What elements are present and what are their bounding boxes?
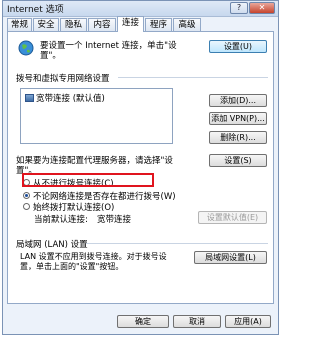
lan-description-line2: 置，单击上面的"设置"按钮。 <box>20 262 124 271</box>
cancel-button[interactable]: 取消 <box>173 315 221 328</box>
tab-connections[interactable]: 连接 <box>117 16 144 32</box>
close-button[interactable]: ✕ <box>249 2 275 14</box>
globe-icon <box>18 40 34 59</box>
highlight-box <box>22 173 154 187</box>
dialup-heading: 拨号和虚拟专用网络设置 <box>16 74 110 84</box>
dialup-settings-button[interactable]: 设置(S) <box>209 154 267 167</box>
dialog-footer: 确定 取消 应用(A) <box>7 307 274 333</box>
tab-security[interactable]: 安全 <box>33 18 59 31</box>
current-default-value: 宽带连接 <box>97 215 132 225</box>
lan-heading: 局域网 (LAN) 设置 <box>16 240 88 250</box>
apply-button[interactable]: 应用(A) <box>225 315 271 328</box>
tab-advanced[interactable]: 高级 <box>173 18 201 31</box>
proxy-description: 如果要为连接配置代理服务器，请选择"设 <box>16 156 173 166</box>
set-default-button[interactable]: 设置默认值(E) <box>198 211 267 224</box>
remove-button[interactable]: 删除(R)... <box>209 131 267 144</box>
radio-always-dial-circle[interactable] <box>23 203 30 210</box>
connection-icon <box>25 94 34 102</box>
add-vpn-button[interactable]: 添加 VPN(P)... <box>209 112 267 125</box>
tab-general[interactable]: 常规 <box>7 18 32 31</box>
tab-privacy[interactable]: 隐私 <box>60 18 87 31</box>
internet-options-dialog: Internet 选项 ? ✕ 常规 安全 隐私 内容 连接 程序 高级 要设置… <box>2 0 279 335</box>
setup-button[interactable]: 设置(U) <box>209 40 267 53</box>
help-button[interactable]: ? <box>230 2 248 14</box>
setup-description-line2: 置"。 <box>40 51 61 61</box>
lan-settings-button[interactable]: 局域网设置(L) <box>194 251 267 264</box>
tab-content[interactable]: 内容 <box>88 18 116 31</box>
connection-list[interactable]: 宽带连接 (默认值) <box>20 88 173 144</box>
list-item[interactable]: 宽带连接 (默认值) <box>25 92 105 104</box>
lan-divider <box>86 243 268 244</box>
connections-panel: 要设置一个 Internet 连接，单击"设 置"。 设置(U) 拨号和虚拟专用… <box>7 31 274 304</box>
dialup-divider <box>118 77 268 78</box>
radio-always-dial-label: 始终拨打默认连接(O) <box>33 203 115 213</box>
title-bar[interactable]: Internet 选项 ? ✕ <box>3 1 278 17</box>
tab-programs[interactable]: 程序 <box>145 18 172 31</box>
radio-dial-whenever-circle[interactable] <box>23 192 30 199</box>
window-title: Internet 选项 <box>7 5 64 15</box>
ok-button[interactable]: 确定 <box>117 315 169 328</box>
add-button[interactable]: 添加(D)... <box>209 94 267 107</box>
current-default-label: 当前默认连接: <box>34 215 88 225</box>
connection-name: 宽带连接 (默认值) <box>36 94 105 104</box>
